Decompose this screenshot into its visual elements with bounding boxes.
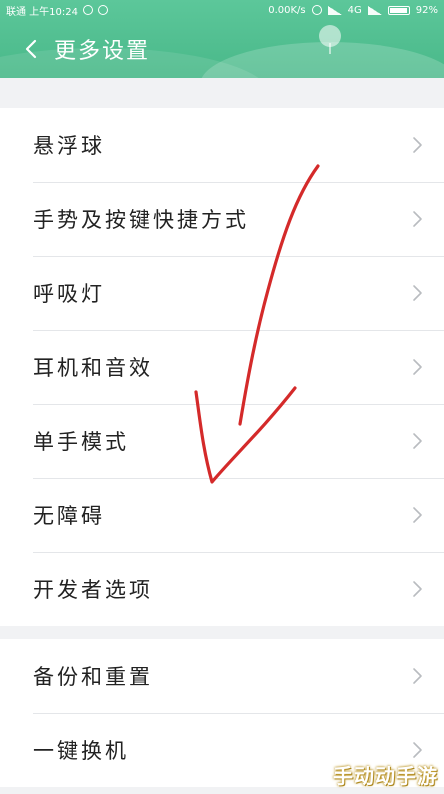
settings-item-label: 开发者选项	[33, 578, 153, 602]
battery-percent: 92%	[415, 4, 438, 16]
settings-item-backup-reset[interactable]: 备份和重置	[0, 639, 444, 713]
chevron-right-icon	[413, 433, 422, 449]
chevron-right-icon	[413, 211, 422, 227]
status-bar: 联通 上午10:24 0.00K/s 4G 92%	[0, 0, 444, 20]
settings-item-label: 呼吸灯	[33, 282, 105, 306]
settings-item-headset-audio[interactable]: 耳机和音效	[0, 330, 444, 404]
settings-item-accessibility[interactable]: 无障碍	[0, 478, 444, 552]
header-bar: 联通 上午10:24 0.00K/s 4G 92% 更多设置	[0, 0, 444, 78]
settings-item-label: 耳机和音效	[33, 356, 153, 380]
notification-icon	[83, 5, 93, 15]
page-title: 更多设置	[54, 39, 151, 64]
carrier-network: 4G	[347, 4, 362, 16]
settings-item-label: 单手模式	[33, 430, 129, 454]
settings-item-label: 无障碍	[33, 504, 105, 528]
chevron-right-icon	[413, 285, 422, 301]
chevron-right-icon	[413, 359, 422, 375]
settings-item-breathing-light[interactable]: 呼吸灯	[0, 256, 444, 330]
watermark: 手动动手游	[333, 764, 438, 788]
title-row: 更多设置	[0, 20, 444, 78]
chevron-right-icon	[413, 137, 422, 153]
settings-item-developer-options[interactable]: 开发者选项	[0, 552, 444, 626]
alarm-icon	[311, 5, 322, 15]
settings-item-gesture-shortcuts[interactable]: 手势及按键快捷方式	[0, 182, 444, 256]
settings-group: 悬浮球 手势及按键快捷方式 呼吸灯 耳机和音效 单手模式 无障碍 开发者选项	[0, 108, 444, 626]
chevron-left-icon	[25, 39, 37, 59]
settings-item-one-hand-mode[interactable]: 单手模式	[0, 404, 444, 478]
signal-icon	[327, 5, 342, 15]
chevron-right-icon	[413, 581, 422, 597]
battery-icon	[387, 5, 410, 15]
back-button[interactable]	[8, 26, 54, 72]
settings-item-floating-ball[interactable]: 悬浮球	[0, 108, 444, 182]
settings-item-label: 手势及按键快捷方式	[33, 208, 249, 232]
signal-icon	[367, 5, 382, 15]
chevron-right-icon	[413, 742, 422, 758]
settings-item-label: 悬浮球	[33, 134, 105, 158]
settings-item-label: 备份和重置	[33, 665, 153, 689]
status-time: 联通 上午10:24	[6, 6, 78, 18]
notification-icon	[98, 5, 108, 15]
chevron-right-icon	[413, 668, 422, 684]
chevron-right-icon	[413, 507, 422, 523]
network-speed: 0.00K/s	[268, 4, 306, 16]
